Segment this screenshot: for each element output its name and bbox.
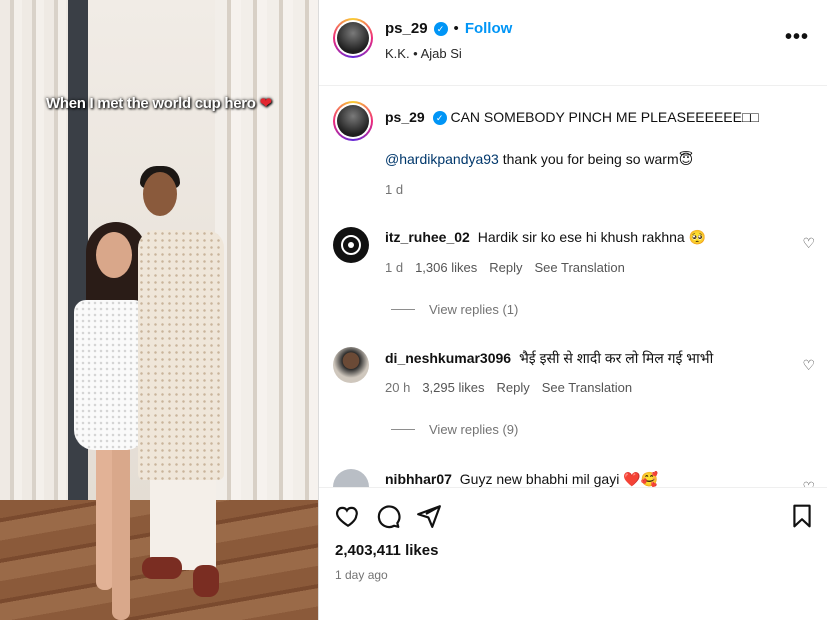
- woman-face: [96, 232, 132, 278]
- comment-line: itz_ruhee_02 Hardik sir ko ese hi khush …: [385, 229, 706, 246]
- audio-subtitle[interactable]: K.K. • Ajab Si: [385, 46, 462, 61]
- post-header: ps_29 ✓ • Follow K.K. • Ajab Si •••: [319, 0, 827, 86]
- commenter-username[interactable]: nibhhar07: [385, 471, 452, 487]
- share-icon[interactable]: [416, 503, 442, 529]
- mention-link[interactable]: @hardikpandya93: [385, 151, 499, 167]
- woman-leg: [112, 440, 130, 620]
- replies-line: [391, 429, 415, 430]
- media-caption-text: When I met the world cup hero: [46, 95, 256, 112]
- instagram-post-view: When I met the world cup hero ❤ ps_29 ✓ …: [0, 0, 827, 620]
- man-shoe: [193, 565, 219, 597]
- more-options-icon[interactable]: •••: [785, 26, 809, 49]
- comment-meta: 20 h 3,295 likes Reply See Translation: [385, 380, 632, 395]
- woman-dress: [74, 300, 146, 450]
- comment-line: di_neshkumar3096 भैई इसी से शादी कर लो म…: [385, 349, 713, 368]
- comment-text: Hardik sir ko ese hi khush rakhna: [477, 229, 685, 245]
- post-details-panel: ps_29 ✓ • Follow K.K. • Ajab Si ••• ps_2…: [319, 0, 827, 620]
- see-translation-button[interactable]: See Translation: [534, 260, 624, 275]
- man-pants: [150, 470, 216, 570]
- comment-time: 20 h: [385, 380, 411, 395]
- comment-likes[interactable]: 1,306 likes: [415, 260, 477, 275]
- caption-meta: 1 d: [385, 182, 403, 197]
- verified-badge-icon: ✓: [433, 21, 448, 36]
- caption-time: 1 d: [385, 182, 404, 197]
- see-translation-button[interactable]: See Translation: [542, 380, 632, 395]
- heart-emoji-icon: ❤️🥰: [623, 472, 659, 487]
- heart-emoji-icon: ❤: [259, 94, 273, 112]
- view-replies-label: View replies (9): [429, 422, 519, 437]
- reply-button[interactable]: Reply: [489, 260, 522, 275]
- likes-count[interactable]: 2,403,411 likes: [335, 542, 438, 559]
- commenter-username[interactable]: itz_ruhee_02: [385, 229, 470, 245]
- curtain-right: [215, 0, 318, 520]
- bookmark-icon[interactable]: [789, 503, 815, 529]
- media-caption: When I met the world cup hero ❤: [46, 94, 272, 112]
- post-actions: 2,403,411 likes 1 day ago: [319, 487, 827, 620]
- comment-meta: 1 d 1,306 likes Reply See Translation: [385, 260, 625, 275]
- pleading-emoji-icon: 🥺: [688, 230, 707, 246]
- comment-text: भैई इसी से शादी कर लो मिल गई भाभी: [518, 350, 714, 366]
- separator-dot: •: [453, 20, 459, 37]
- caption-username[interactable]: ps_29: [385, 109, 425, 125]
- comment-time: 1 d: [385, 260, 404, 275]
- caption-text-2: thank you for being so warm: [502, 151, 679, 167]
- commenter-avatar[interactable]: [333, 469, 369, 487]
- comment-line: nibhhar07 Guyz new bhabhi mil gayi ❤️🥰: [385, 471, 658, 487]
- author-avatar[interactable]: [333, 101, 373, 141]
- man-kurta: [138, 230, 224, 480]
- comment-like-icon[interactable]: ♡: [802, 479, 815, 487]
- post-media[interactable]: When I met the world cup hero ❤: [0, 0, 318, 620]
- follow-button[interactable]: Follow: [465, 20, 513, 37]
- verified-badge-icon: ✓: [432, 111, 447, 125]
- replies-line: [391, 309, 415, 310]
- author-avatar[interactable]: [333, 18, 373, 58]
- commenter-avatar[interactable]: [333, 227, 369, 263]
- commenter-avatar[interactable]: [333, 347, 369, 383]
- post-timestamp: 1 day ago: [335, 568, 388, 582]
- reply-button[interactable]: Reply: [496, 380, 529, 395]
- caption-second-line: @hardikpandya93 thank you for being so w…: [385, 151, 693, 168]
- commenter-username[interactable]: di_neshkumar3096: [385, 350, 511, 366]
- author-line: ps_29 ✓ • Follow: [385, 20, 512, 37]
- comment-like-icon[interactable]: ♡: [802, 235, 815, 252]
- man-shoe: [142, 557, 182, 579]
- caption-text: CAN SOMEBODY PINCH ME PLEASEEEEEE□□: [450, 109, 759, 125]
- comments-list[interactable]: ps_29 ✓ CAN SOMEBODY PINCH ME PLEASEEEEE…: [319, 87, 827, 487]
- comment-text: Guyz new bhabhi mil gayi: [459, 471, 620, 487]
- heart-icon[interactable]: [335, 503, 361, 529]
- author-username[interactable]: ps_29: [385, 20, 428, 37]
- smile-emoji-icon: 😇: [678, 152, 694, 168]
- caption-line: ps_29 ✓ CAN SOMEBODY PINCH ME PLEASEEEEE…: [385, 109, 759, 125]
- view-replies-button[interactable]: View replies (9): [391, 422, 518, 437]
- comment-likes[interactable]: 3,295 likes: [422, 380, 484, 395]
- comment-icon[interactable]: [375, 503, 401, 529]
- man-face: [143, 172, 177, 216]
- view-replies-button[interactable]: View replies (1): [391, 302, 518, 317]
- view-replies-label: View replies (1): [429, 302, 519, 317]
- comment-like-icon[interactable]: ♡: [802, 357, 815, 374]
